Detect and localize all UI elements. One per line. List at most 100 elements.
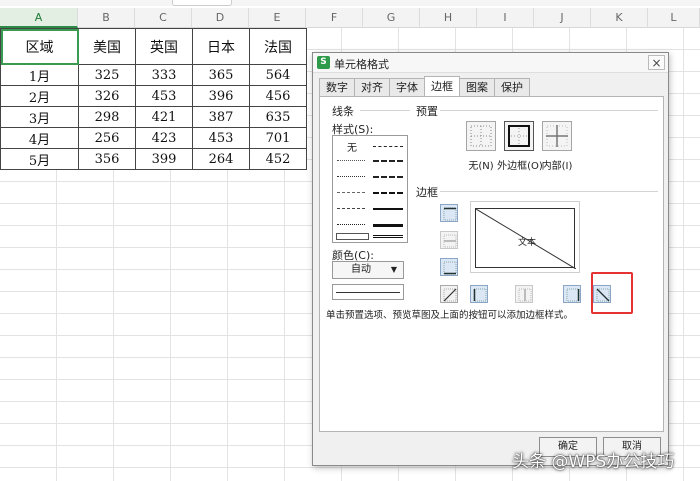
table-row: 4月 256 423 453 701: [0, 127, 307, 149]
cell-header[interactable]: 英国: [135, 28, 193, 65]
cell[interactable]: 3月: [0, 106, 79, 128]
cell[interactable]: 5月: [0, 148, 79, 170]
watermark: 头条 @WPS办公技巧: [512, 452, 675, 472]
border-right-button[interactable]: [563, 285, 581, 303]
cell[interactable]: 256: [78, 127, 136, 149]
table-row: 5月 356 399 264 452: [0, 148, 307, 170]
line-style-list[interactable]: 无: [332, 135, 408, 243]
cell[interactable]: 396: [192, 85, 250, 107]
line-style-option[interactable]: [337, 208, 365, 209]
cell[interactable]: 387: [192, 106, 250, 128]
column-header-h[interactable]: H: [420, 8, 477, 28]
line-style-option[interactable]: [373, 192, 403, 194]
line-style-option[interactable]: [337, 176, 365, 177]
cell[interactable]: 326: [78, 85, 136, 107]
cell[interactable]: 421: [135, 106, 193, 128]
table-row: 2月 326 453 396 456: [0, 85, 307, 107]
cell[interactable]: 333: [135, 64, 193, 86]
line-style-option[interactable]: [373, 160, 403, 162]
cell[interactable]: 298: [78, 106, 136, 128]
line-style-option[interactable]: [337, 224, 365, 225]
line-style-option[interactable]: [373, 176, 403, 178]
line-style-none[interactable]: 无: [347, 139, 357, 154]
preset-group-label: 预置: [416, 105, 438, 118]
divider: [440, 110, 658, 111]
cell[interactable]: 325: [78, 64, 136, 86]
cell[interactable]: 456: [249, 85, 307, 107]
cell[interactable]: 365: [192, 64, 250, 86]
column-header-i[interactable]: I: [477, 8, 534, 28]
divider: [360, 110, 410, 111]
line-style-option[interactable]: [373, 146, 403, 147]
tab-border[interactable]: 边框: [424, 76, 460, 96]
line-style-option[interactable]: [373, 235, 403, 238]
column-header-c[interactable]: C: [135, 8, 192, 28]
cell[interactable]: 4月: [0, 127, 79, 149]
cell[interactable]: 2月: [0, 85, 79, 107]
cell[interactable]: 356: [78, 148, 136, 170]
cell[interactable]: 635: [249, 106, 307, 128]
tab-pattern[interactable]: 图案: [459, 78, 495, 96]
dialog-title: 单元格格式: [334, 58, 389, 71]
column-header-f[interactable]: F: [306, 8, 363, 28]
column-header-row: A B C D E F G H I J K L: [0, 8, 700, 28]
border-panel: 线条 样式(S): 无 颜色(C): 自动 ▼ 预置 无(N) 外边框(O) 内…: [319, 96, 664, 432]
hint-text: 单击预置选项、预览草图及上面的按钮可以添加边框样式。: [326, 310, 574, 321]
cell[interactable]: 453: [135, 85, 193, 107]
border-left-button[interactable]: [470, 285, 488, 303]
color-select[interactable]: 自动 ▼: [332, 261, 404, 279]
sheet-tab-stub[interactable]: [172, 0, 232, 6]
tab-protection[interactable]: 保护: [494, 78, 530, 96]
cell-header[interactable]: 法国: [249, 28, 307, 65]
column-header-k[interactable]: K: [591, 8, 648, 28]
close-icon[interactable]: ×: [648, 55, 665, 70]
border-diagonal-up-button[interactable]: [440, 285, 458, 303]
table-header-row: 区域 美国 英国 日本 法国: [0, 28, 307, 65]
line-style-option[interactable]: [337, 160, 365, 161]
preset-none-icon: [470, 125, 492, 147]
cell-a1[interactable]: 区域: [0, 28, 79, 65]
border-top-button[interactable]: [440, 204, 458, 222]
cell[interactable]: 264: [192, 148, 250, 170]
border-bottom-icon: [443, 261, 457, 275]
preset-outline-button[interactable]: [504, 121, 534, 151]
chevron-down-icon: ▼: [390, 265, 397, 274]
cell-header[interactable]: 日本: [192, 28, 250, 65]
column-header-d[interactable]: D: [192, 8, 249, 28]
table-row: 1月 325 333 365 564: [0, 64, 307, 86]
preset-inside-button[interactable]: [542, 121, 572, 151]
tab-alignment[interactable]: 对齐: [354, 78, 390, 96]
line-style-option[interactable]: [373, 224, 403, 227]
cell[interactable]: 701: [249, 127, 307, 149]
border-top-icon: [443, 207, 457, 221]
column-header-a[interactable]: A: [0, 8, 78, 28]
cell[interactable]: 453: [192, 127, 250, 149]
cell[interactable]: 452: [249, 148, 307, 170]
column-header-l[interactable]: L: [648, 8, 700, 28]
preset-none-button[interactable]: [466, 121, 496, 151]
border-preview-cell[interactable]: 文本: [475, 208, 576, 269]
tab-font[interactable]: 字体: [389, 78, 425, 96]
border-preview[interactable]: 文本: [470, 201, 580, 273]
column-header-j[interactable]: J: [534, 8, 591, 28]
cell-header[interactable]: 美国: [78, 28, 136, 65]
border-middle-vertical-button[interactable]: [515, 285, 533, 303]
border-middle-horizontal-button[interactable]: [440, 231, 458, 249]
border-middle-vertical-icon: [518, 288, 532, 302]
cell[interactable]: 1月: [0, 64, 79, 86]
column-header-g[interactable]: G: [363, 8, 420, 28]
border-bottom-button[interactable]: [440, 258, 458, 276]
tab-number[interactable]: 数字: [319, 78, 355, 96]
cell[interactable]: 423: [135, 127, 193, 149]
cell[interactable]: 399: [135, 148, 193, 170]
border-left-icon: [473, 288, 487, 302]
column-header-e[interactable]: E: [249, 8, 306, 28]
column-header-b[interactable]: B: [78, 8, 135, 28]
line-style-option[interactable]: [337, 192, 365, 193]
dialog-titlebar[interactable]: S 单元格格式 ×: [313, 53, 668, 73]
cell[interactable]: 564: [249, 64, 307, 86]
line-style-selected[interactable]: [336, 233, 369, 240]
line-style-option[interactable]: [373, 208, 403, 210]
divider: [440, 191, 658, 192]
line-preview: [332, 284, 404, 300]
